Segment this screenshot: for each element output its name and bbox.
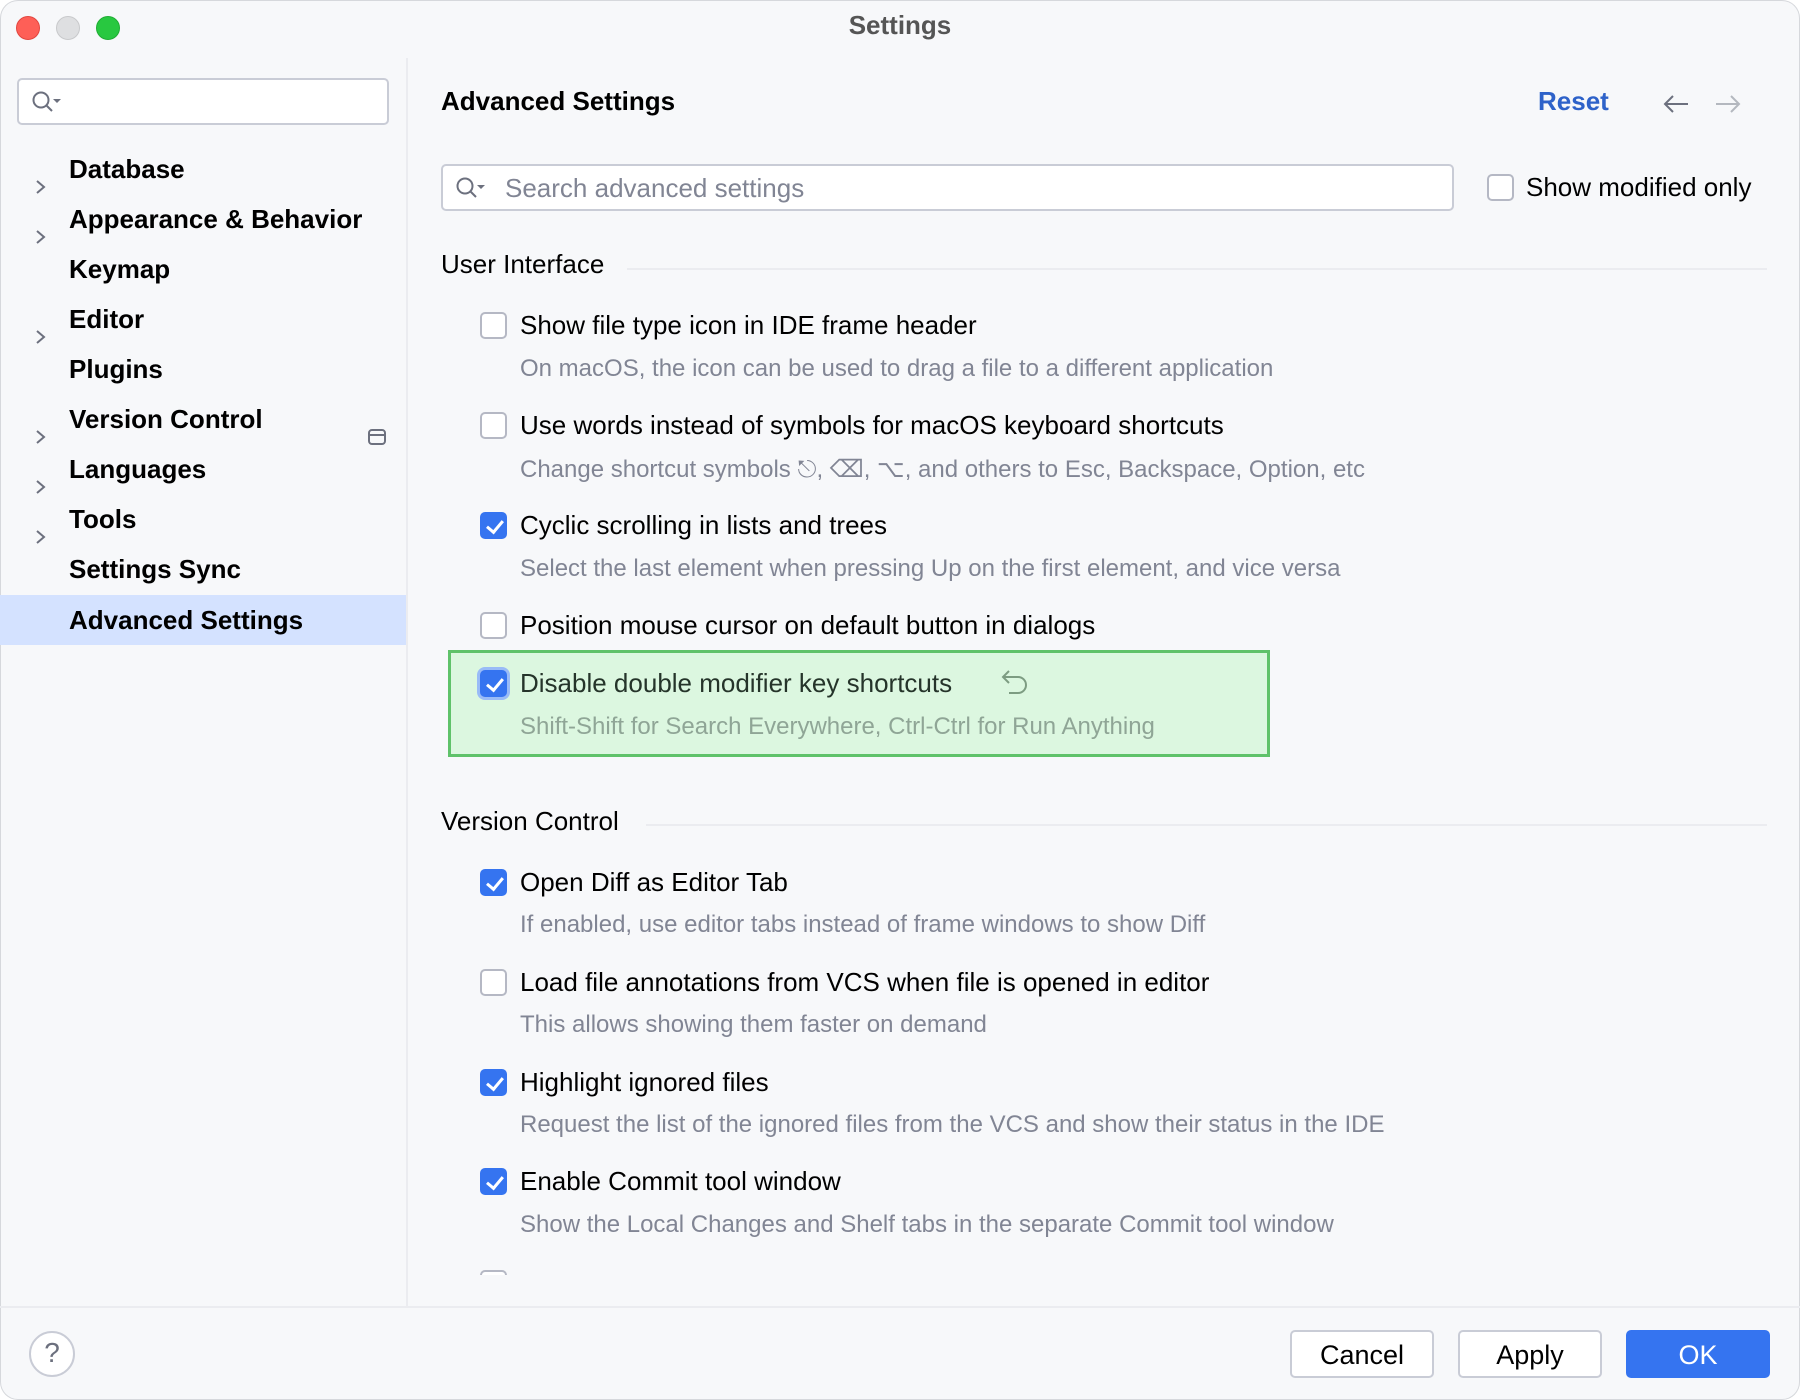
setting-description: This allows showing them faster on deman…	[520, 1011, 987, 1038]
sidebar-item-label: Keymap	[69, 254, 171, 284]
sidebar-item-version-control[interactable]: Version Control	[0, 394, 406, 445]
sidebar-item-label: Editor	[69, 304, 145, 334]
sidebar-item-tools[interactable]: Tools	[0, 494, 406, 544]
setting-label[interactable]: Use words instead of symbols for macOS k…	[520, 410, 1224, 441]
help-button[interactable]: ?	[29, 1331, 75, 1377]
sidebar-item-keymap[interactable]: Keymap	[0, 244, 406, 294]
setting-checkbox[interactable]	[480, 969, 507, 996]
sidebar-item-appearance-behavior[interactable]: Appearance & Behavior	[0, 194, 406, 244]
sidebar-item-plugins[interactable]: Plugins	[0, 344, 406, 394]
setting-description: Request the list of the ignored files fr…	[520, 1111, 1385, 1138]
setting-label[interactable]: Open Diff as Editor Tab	[520, 867, 788, 898]
sidebar-item-label: Version Control	[69, 404, 263, 434]
arrow-left-icon[interactable]	[1662, 94, 1690, 119]
reset-link[interactable]: Reset	[1538, 86, 1609, 117]
setting-checkbox[interactable]	[480, 312, 507, 339]
setting-description: Show the Local Changes and Shelf tabs in…	[520, 1211, 1334, 1238]
setting-label[interactable]: Enable Commit tool window	[520, 1166, 841, 1197]
arrow-right-icon[interactable]	[1714, 94, 1742, 119]
setting-label[interactable]: Load file annotations from VCS when file…	[520, 967, 1209, 998]
section-title-version-control: Version Control	[441, 806, 619, 836]
setting-label[interactable]: Disable double modifier key shortcuts	[520, 668, 952, 699]
sidebar-item-settings-sync[interactable]: Settings Sync	[0, 544, 406, 594]
page-title: Advanced Settings	[441, 86, 676, 116]
sidebar-item-label: Settings Sync	[69, 554, 241, 584]
search-icon	[455, 176, 491, 207]
advanced-settings-search[interactable]	[441, 164, 1454, 211]
sidebar-search-input[interactable]	[17, 78, 389, 125]
setting-label[interactable]: Cyclic scrolling in lists and trees	[520, 510, 887, 541]
section-title-user-interface: User Interface	[441, 249, 605, 279]
setting-description: Select the last element when pressing Up…	[520, 555, 1341, 582]
setting-checkbox[interactable]	[480, 612, 507, 639]
setting-checkbox[interactable]	[480, 869, 507, 896]
setting-checkbox[interactable]	[480, 1069, 507, 1096]
sidebar-divider[interactable]	[406, 58, 408, 1307]
setting-description: Change shortcut symbols ⎋, ⌫, ⌥, and oth…	[520, 456, 1365, 483]
sidebar-item-label: Languages	[69, 454, 207, 484]
setting-description: If enabled, use editor tabs instead of f…	[520, 911, 1206, 938]
setting-label[interactable]: Show file type icon in IDE frame header	[520, 310, 977, 341]
sidebar-item-label: Advanced Settings	[69, 605, 304, 635]
cancel-button[interactable]: Cancel	[1290, 1330, 1434, 1378]
show-modified-only-checkbox[interactable]	[1487, 174, 1514, 201]
setting-description: Shift-Shift for Search Everywhere, Ctrl-…	[520, 713, 1155, 740]
ok-button[interactable]: OK	[1626, 1330, 1770, 1378]
setting-checkbox[interactable]	[480, 670, 507, 697]
sidebar-item-label: Tools	[69, 504, 137, 534]
revert-icon[interactable]	[1000, 668, 1030, 701]
apply-button[interactable]: Apply	[1458, 1330, 1602, 1378]
setting-label[interactable]: Position mouse cursor on default button …	[520, 610, 1095, 641]
setting-checkbox[interactable]	[480, 1270, 507, 1275]
section-divider	[646, 824, 1767, 826]
setting-label[interactable]: Highlight ignored files	[520, 1067, 769, 1098]
search-input[interactable]	[503, 166, 1437, 211]
scroll-clipped-row	[408, 1262, 1800, 1275]
setting-description: On macOS, the icon can be used to drag a…	[520, 355, 1274, 382]
sidebar-item-label: Plugins	[69, 354, 163, 384]
setting-checkbox[interactable]	[480, 512, 507, 539]
section-divider	[627, 268, 1767, 270]
footer-divider	[0, 1306, 1800, 1308]
setting-checkbox[interactable]	[480, 1168, 507, 1195]
sidebar-item-label: Database	[69, 154, 185, 184]
sidebar-item-database[interactable]: Database	[0, 144, 406, 194]
window-title: Settings	[848, 10, 952, 40]
sidebar-item-advanced-settings[interactable]: Advanced Settings	[0, 595, 406, 645]
sidebar-item-languages[interactable]: Languages	[0, 444, 406, 494]
sidebar-item-editor[interactable]: Editor	[0, 294, 406, 344]
setting-checkbox[interactable]	[480, 412, 507, 439]
settings-dialog: Settings Database Appearance & Behavior …	[0, 0, 1800, 1400]
show-modified-only-label[interactable]: Show modified only	[1526, 172, 1751, 203]
sidebar-item-label: Appearance & Behavior	[69, 204, 363, 234]
search-icon	[31, 90, 67, 121]
